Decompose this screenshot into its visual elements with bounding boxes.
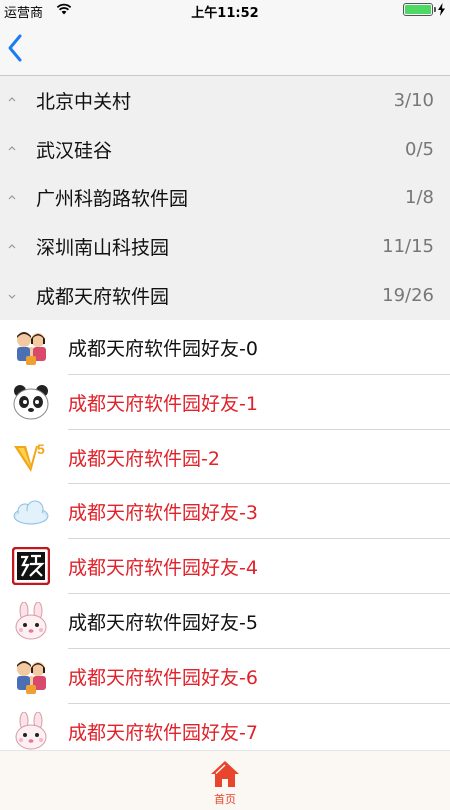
rabbit-avatar-icon [15,711,47,750]
friend-row[interactable]: 5 成都天府软件园-2 [0,429,450,485]
friend-row[interactable]: 成都天府软件园好友-0 [0,320,450,375]
friend-row[interactable]: 成都天府软件园好友-1 [0,374,450,430]
home-icon [211,761,239,787]
tab-bar: 首页 [0,750,450,810]
group-online-count: 3/10 [393,89,434,111]
chevron-up-icon [8,243,16,249]
chevron-down-icon [8,294,16,299]
tab-home-label: 首页 [214,793,236,806]
group-online-count: 19/26 [382,285,434,307]
friend-name: 成都天府软件园好友-1 [68,392,258,415]
group-name: 成都天府软件园 [36,286,170,309]
friend-name: 成都天府软件园好友-4 [68,557,258,580]
group-name: 深圳南山科技园 [36,237,170,260]
rabbit-avatar-icon [15,601,47,640]
friend-row[interactable]: 成都天府软件园好友-6 [0,648,450,704]
family-avatar-icon [17,332,46,365]
friend-name: 成都天府软件园好友-7 [68,721,258,744]
friend-name: 成都天府软件园好友-3 [68,502,258,525]
seal-avatar-icon [12,547,50,586]
tab-home[interactable]: 首页 [195,755,255,809]
group-list: 北京中关村 3/10 武汉硅谷 0/5 广州科韵路软件园 1/8 深圳南山科技园… [0,76,450,320]
group-header[interactable]: 广州科韵路软件园 1/8 [0,173,450,223]
group-name: 北京中关村 [36,90,132,113]
chevron-up-icon [8,97,16,102]
charging-icon [438,3,445,16]
chevron-up-icon [8,146,16,151]
vip5-avatar-icon: 5 [14,441,45,472]
chevron-up-icon [8,195,16,200]
group-online-count: 0/5 [405,138,434,160]
group-header[interactable]: 成都天府软件园 19/26 [0,271,450,320]
friend-row[interactable]: 成都天府软件园好友-4 [0,539,450,594]
group-name: 武汉硅谷 [36,139,113,162]
friend-name: 成都天府软件园好友-0 [68,338,258,360]
back-chevron-icon[interactable] [4,32,28,64]
group-header[interactable]: 武汉硅谷 0/5 [0,124,450,174]
status-bar: 运营商 上午11:52 [0,0,450,21]
battery-icon [403,3,436,16]
group-online-count: 11/15 [382,236,434,258]
group-header[interactable]: 深圳南山科技园 11/15 [0,222,450,272]
family-avatar-icon [17,660,46,694]
group-name: 广州科韵路软件园 [36,188,189,211]
friend-row[interactable]: 成都天府软件园好友-3 [0,484,450,540]
friend-row[interactable]: 成都天府软件园好友-5 [0,593,450,649]
status-time: 上午11:52 [191,6,259,21]
group-online-count: 1/8 [405,187,434,209]
friend-name: 成都天府软件园-2 [68,447,220,470]
friend-name: 成都天府软件园好友-5 [68,611,258,634]
svg-text:5: 5 [37,441,45,457]
group-header[interactable]: 北京中关村 3/10 [0,76,450,125]
friend-list: 成都天府软件园好友-0 成都天府软件园好友-1 5 成都天府软件园-2 成都天府… [0,320,450,759]
panda-avatar-icon [13,384,49,420]
navigation-bar [0,20,450,76]
cloud-avatar-icon [13,500,49,525]
friend-name: 成都天府软件园好友-6 [68,666,258,689]
